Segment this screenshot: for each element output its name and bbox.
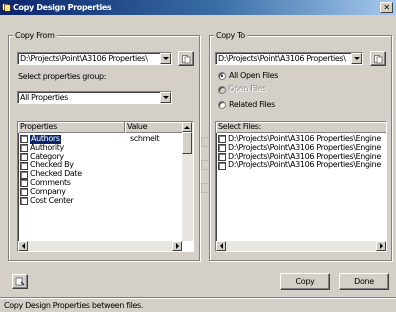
- property-checkbox[interactable]: [20, 161, 28, 170]
- file-checkbox[interactable]: [218, 144, 226, 153]
- copy-from-label: Copy From: [13, 31, 57, 40]
- property-checkbox[interactable]: [20, 170, 28, 179]
- copy-button-label: Copy: [295, 277, 315, 286]
- open-files-radio: [218, 85, 226, 94]
- property-checkbox[interactable]: [20, 196, 28, 205]
- option-all-open-files[interactable]: All Open Files: [218, 71, 278, 80]
- property-checkbox[interactable]: [20, 188, 28, 197]
- copy-from-file-combo[interactable]: D:\Projects\Point\A3106 Properties\: [17, 52, 172, 65]
- status-text: Copy Design Properties between files.: [4, 301, 144, 310]
- close-icon: ✕: [383, 2, 390, 12]
- scroll-up-button[interactable]: [182, 122, 192, 132]
- select-group-label: Select properties group:: [18, 72, 107, 81]
- file-checkbox[interactable]: [218, 152, 226, 161]
- scroll-left-button[interactable]: [216, 241, 226, 251]
- file-checkbox[interactable]: [218, 161, 226, 170]
- scroll-right-button[interactable]: [172, 241, 182, 251]
- properties-hscroll[interactable]: [18, 241, 182, 251]
- file-row[interactable]: D:\Projects\Point\A3106 Properties\Engin…: [216, 161, 386, 170]
- column-value[interactable]: Value: [125, 122, 183, 133]
- related-files-label: Related Files: [229, 100, 275, 109]
- copy-from-browse-button[interactable]: [178, 51, 194, 66]
- select-files-label: Select Files:: [216, 122, 386, 133]
- properties-group-value: All Properties: [20, 93, 68, 102]
- properties-vscroll[interactable]: [182, 122, 193, 241]
- property-checkbox[interactable]: [20, 144, 28, 153]
- properties-group-combo[interactable]: All Properties: [17, 91, 172, 104]
- option-related-files[interactable]: Related Files: [218, 100, 275, 109]
- done-button[interactable]: Done: [339, 273, 389, 290]
- scroll-left-button[interactable]: [18, 241, 28, 251]
- file-checkbox[interactable]: [218, 135, 226, 144]
- help-icon: [15, 277, 25, 285]
- property-row[interactable]: Cost Center: [18, 195, 182, 206]
- help-button[interactable]: [12, 274, 28, 289]
- all-open-files-radio[interactable]: [218, 71, 226, 80]
- files-rows: D:\Projects\Point\A3106 Properties\Engin…: [216, 134, 386, 170]
- copy-to-label: Copy To: [214, 31, 247, 40]
- app-icon: [2, 3, 11, 12]
- properties-list[interactable]: Properties Value Authors schmelt Authority…: [17, 121, 194, 252]
- property-name: Cost Center: [30, 195, 74, 205]
- copy-to-browse-button[interactable]: [370, 51, 386, 66]
- copy-button[interactable]: Copy: [280, 273, 330, 290]
- option-open-files: Open Files: [218, 85, 267, 94]
- files-list[interactable]: Select Files: D:\Projects\Point\A3106 Pr…: [215, 121, 387, 252]
- chevron-down-icon[interactable]: [351, 53, 362, 64]
- folder-browse-icon: [181, 54, 190, 63]
- property-value: schmelt: [130, 134, 160, 143]
- status-bar: Copy Design Properties between files.: [0, 297, 396, 312]
- property-checkbox[interactable]: [20, 179, 28, 188]
- related-files-radio[interactable]: [218, 100, 226, 109]
- file-path: D:\Projects\Point\A3106 Properties\Engin…: [228, 160, 381, 170]
- copy-to-file-combo[interactable]: D:\Projects\Point\A3106 Properties\: [215, 52, 363, 65]
- properties-list-header: Properties Value: [18, 122, 193, 133]
- copy-from-file-value: D:\Projects\Point\A3106 Properties\: [20, 54, 148, 63]
- all-open-files-label: All Open Files: [229, 71, 279, 80]
- copy-to-file-value: D:\Projects\Point\A3106 Properties\: [218, 54, 346, 63]
- files-hscroll[interactable]: [216, 241, 386, 251]
- scroll-thumb[interactable]: [182, 132, 192, 154]
- property-checkbox[interactable]: [20, 152, 28, 161]
- chevron-down-icon[interactable]: [160, 53, 171, 64]
- done-button-label: Done: [354, 277, 374, 286]
- folder-browse-icon: [373, 54, 382, 63]
- window-title: Copy Design Properties: [13, 3, 112, 12]
- files-list-header: Select Files:: [216, 122, 386, 133]
- scroll-right-button[interactable]: [376, 241, 386, 251]
- properties-rows: Authors schmelt Authority Category Checked B…: [18, 134, 182, 206]
- column-properties[interactable]: Properties: [18, 122, 125, 133]
- close-button[interactable]: ✕: [380, 2, 393, 13]
- chevron-down-icon[interactable]: [160, 92, 171, 103]
- property-checkbox[interactable]: [20, 135, 28, 144]
- title-bar: Copy Design Properties: [0, 0, 396, 15]
- open-files-label: Open Files: [229, 85, 267, 94]
